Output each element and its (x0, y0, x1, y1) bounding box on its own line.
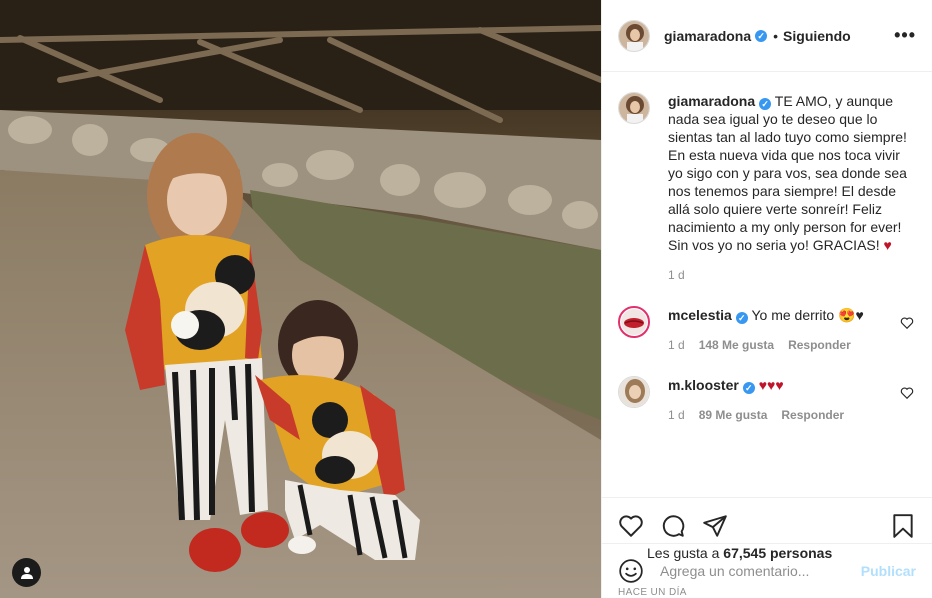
comment-input[interactable] (660, 563, 861, 579)
heart-emoji: ♥ (883, 237, 892, 253)
avatar-image (619, 20, 649, 51)
avatar[interactable] (618, 306, 650, 338)
comment-username[interactable]: mcelestia (668, 307, 732, 323)
following-button[interactable]: Siguiendo (783, 28, 851, 44)
separator-dot: • (773, 27, 779, 44)
post-side-panel: giamaradona ✓ • Siguiendo ••• giamaradon (601, 0, 932, 598)
post-header: giamaradona ✓ • Siguiendo ••• (602, 0, 932, 72)
caption-text: TE AMO, y aunque nada sea igual yo te de… (668, 93, 907, 253)
comment-username[interactable]: m.klooster (668, 377, 739, 393)
reply-button[interactable]: Responder (781, 406, 844, 424)
verified-badge-icon: ✓ (742, 382, 755, 394)
instagram-post-modal: giamaradona ✓ • Siguiendo ••• giamaradon (0, 0, 932, 598)
comment-likes[interactable]: 89 Me gusta (699, 406, 768, 424)
avatar-image (619, 93, 649, 123)
verified-badge-icon: ✓ (735, 312, 748, 324)
comment-composer: Publicar (602, 543, 932, 598)
caption: giamaradona ✓ TE AMO, y aunque nada sea i… (618, 92, 916, 284)
comment-meta: 1 d 148 Me gusta Responder (668, 336, 916, 354)
comment-meta: 1 d 89 Me gusta Responder (668, 406, 916, 424)
heart-outline-icon[interactable] (618, 513, 644, 539)
avatar[interactable] (618, 376, 650, 408)
caption-body: giamaradona ✓ TE AMO, y aunque nada sea i… (668, 92, 916, 284)
tagged-users-button[interactable] (12, 558, 41, 587)
verified-badge-icon: ✓ (759, 98, 772, 110)
post-photo[interactable] (0, 0, 601, 598)
comment-time: 1 d (668, 408, 685, 422)
comment-item: m.klooster ✓ ♥♥♥ 1 d 89 Me gusta Responde… (618, 376, 916, 424)
avatar[interactable] (618, 92, 650, 124)
caption-meta: 1 d (668, 266, 916, 284)
more-options-icon[interactable]: ••• (894, 25, 916, 46)
heart-outline-icon[interactable] (900, 386, 914, 400)
avatar-image (621, 309, 647, 335)
publish-button[interactable]: Publicar (861, 563, 916, 579)
bookmark-icon[interactable] (890, 513, 916, 539)
avatar[interactable] (618, 19, 650, 52)
paper-plane-icon[interactable] (702, 513, 728, 539)
avatar-image (619, 377, 649, 407)
comment-item: mcelestia ✓ Yo me derrito 😍♥ 1 d 148 Me g… (618, 306, 916, 354)
photo-two-girls-mickey-sweaters (0, 0, 601, 598)
smiley-icon[interactable] (618, 558, 644, 584)
speech-bubble-icon[interactable] (660, 513, 686, 539)
comment-text: Yo me derrito 😍♥ (751, 307, 864, 323)
comment-text: ♥♥♥ (758, 377, 784, 393)
verified-badge-icon: ✓ (755, 29, 768, 42)
post-author-username[interactable]: giamaradona (664, 28, 751, 44)
heart-outline-icon[interactable] (900, 316, 914, 330)
comment-body: m.klooster ✓ ♥♥♥ 1 d 89 Me gusta Responde… (668, 376, 916, 424)
caption-time: 1 d (668, 268, 685, 282)
caption-username[interactable]: giamaradona (668, 93, 755, 109)
comment-body: mcelestia ✓ Yo me derrito 😍♥ 1 d 148 Me g… (668, 306, 916, 354)
person-icon (20, 566, 33, 579)
comment-likes[interactable]: 148 Me gusta (699, 336, 774, 354)
comments-section: giamaradona ✓ TE AMO, y aunque nada sea i… (602, 72, 932, 497)
comment-time: 1 d (668, 338, 685, 352)
reply-button[interactable]: Responder (788, 336, 851, 354)
